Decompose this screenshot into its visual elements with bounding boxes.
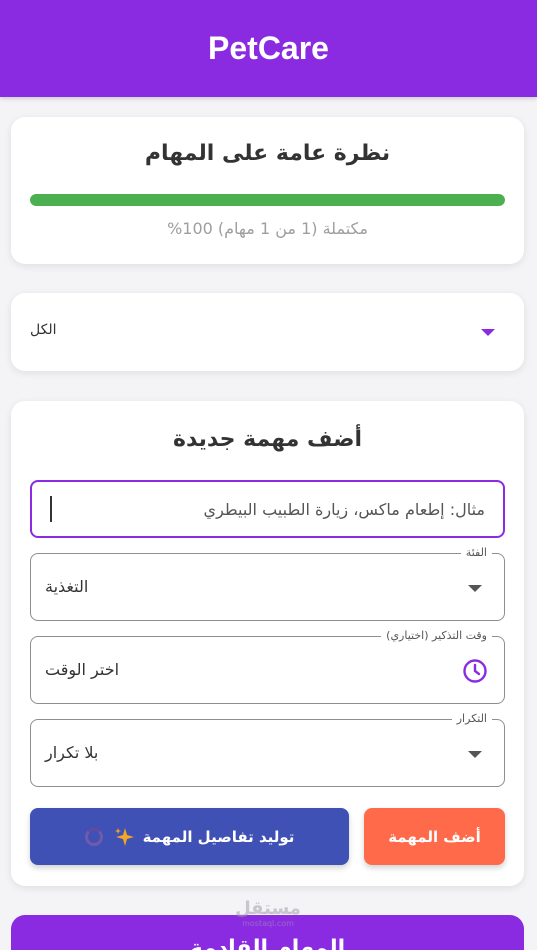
app-title: PetCare bbox=[208, 30, 329, 66]
task-name-input[interactable] bbox=[30, 480, 505, 538]
add-task-heading: أضف مهمة جديدة bbox=[172, 427, 363, 452]
chevron-down-icon bbox=[468, 751, 482, 758]
repeat-select[interactable]: التكرار بلا تكرار bbox=[30, 712, 505, 787]
generate-details-button-label: توليد تفاصيل المهمة bbox=[142, 827, 295, 846]
loading-spinner-icon bbox=[84, 827, 103, 846]
repeat-value: بلا تكرار bbox=[45, 743, 99, 762]
reminder-time-picker[interactable]: وقت التذكير (اختياري) اختر الوقت bbox=[30, 629, 505, 704]
add-task-button-label: أضف المهمة bbox=[388, 827, 481, 846]
category-select[interactable]: الفئة التغذية bbox=[30, 546, 505, 621]
watermark-logo: مستقل mostaql.com bbox=[232, 898, 304, 929]
watermark-latin: mostaql.com bbox=[242, 919, 294, 928]
watermark-arabic: مستقل bbox=[235, 898, 301, 919]
upcoming-tasks-heading: المهام القادمة bbox=[189, 936, 346, 950]
chevron-down-icon bbox=[468, 585, 482, 592]
category-value: التغذية bbox=[45, 577, 89, 596]
sparkle-icon bbox=[114, 827, 134, 846]
clock-icon[interactable] bbox=[462, 658, 488, 684]
repeat-label: التكرار bbox=[451, 712, 492, 725]
filter-dropdown[interactable]: الكل bbox=[11, 293, 524, 371]
app-bar: PetCare bbox=[0, 0, 537, 97]
overview-heading: نظرة عامة على المهام bbox=[144, 141, 391, 166]
progress-bar bbox=[30, 194, 505, 206]
overview-card: نظرة عامة على المهام مكتملة (1 من 1 مهام… bbox=[11, 117, 524, 264]
reminder-time-label: وقت التذكير (اختياري) bbox=[381, 629, 492, 642]
reminder-time-value: اختر الوقت bbox=[45, 660, 120, 679]
category-label: الفئة bbox=[460, 546, 492, 559]
generate-details-button[interactable]: توليد تفاصيل المهمة bbox=[30, 808, 349, 865]
progress-text: مكتملة (1 من 1 مهام) 100% bbox=[167, 219, 368, 238]
chevron-down-icon bbox=[481, 329, 495, 336]
text-cursor bbox=[50, 496, 52, 522]
filter-selected-value: الكل bbox=[30, 322, 57, 338]
add-task-button[interactable]: أضف المهمة bbox=[364, 808, 505, 865]
progress-fill bbox=[30, 194, 505, 206]
add-task-card: أضف مهمة جديدة الفئة التغذية وقت التذكير… bbox=[11, 401, 524, 886]
